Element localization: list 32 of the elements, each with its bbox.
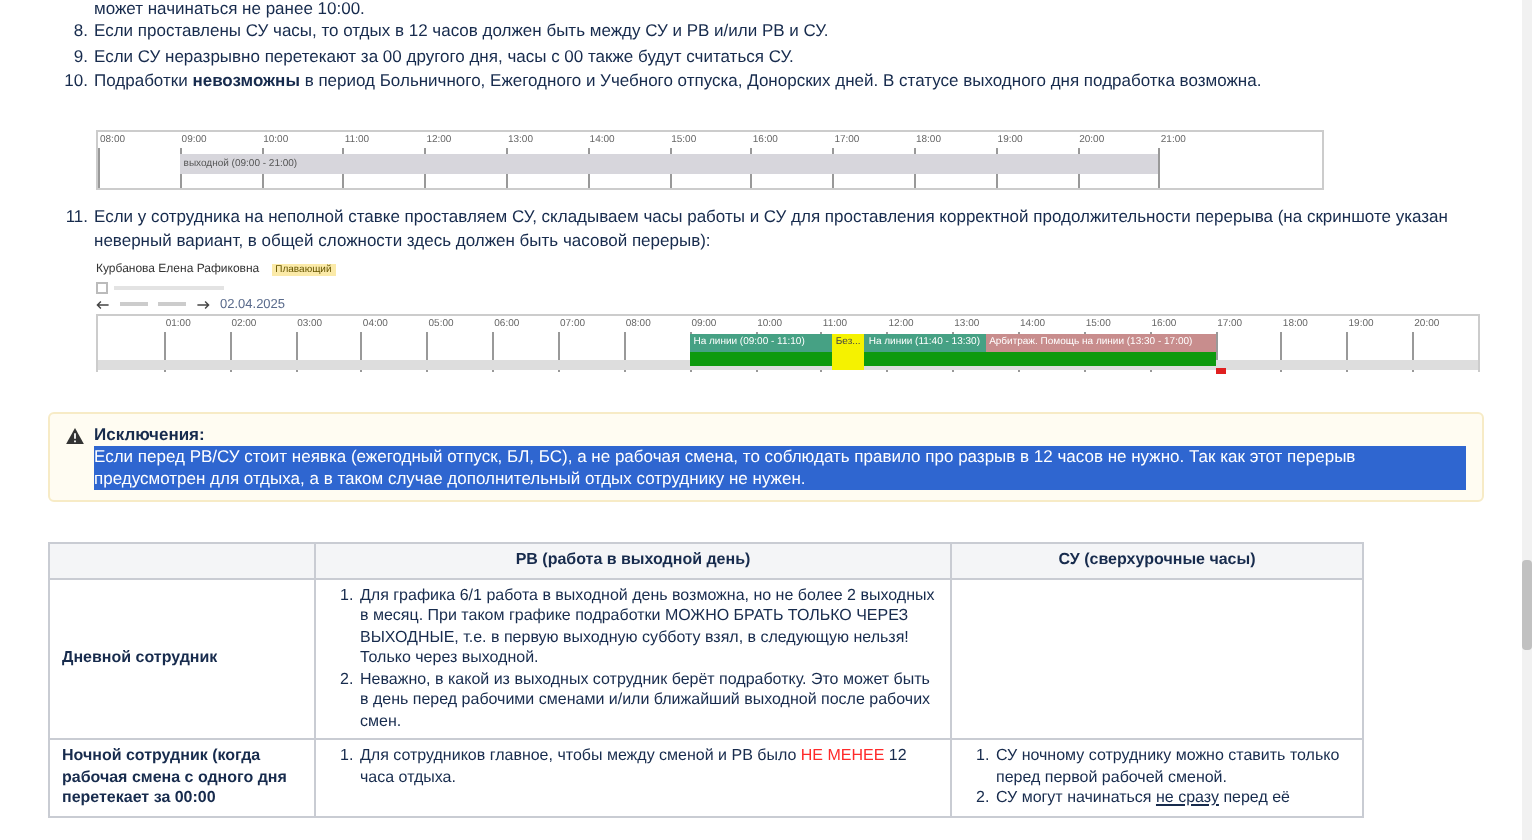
list-number: 1. <box>340 746 356 768</box>
list-item-text: Для графика 6/1 работа в выходной день возможна, но не более 2 выходных в месяц. При таком графике подработки МОЖНО БРАТЬ ТОЛЬКО ЧЕРЕЗ ВЫХОДНЫЕ, т.е. в первую выходную субботу взял, в следующую нельзя! Только через выходной. <box>360 585 937 669</box>
scrollbar[interactable] <box>1522 0 1532 840</box>
rule-text: Если у сотрудника на неполной ставке проставляем СУ, складываем часы работы и СУ для проставления корректной продолжительности перерыва (на скриншоте указан неверный вариант, в общей сложности здесь должен быть часовой перерыв): <box>94 203 1450 253</box>
arrow-left-icon[interactable] <box>96 299 110 309</box>
note-text: Если перед РВ/СУ стоит неявка (ежегодный отпуск, БЛ, БС), а не рабочая смена, то соблюдать правило про разрыв в 12 часов не нужно. Так как этот перерыв предусмотрен для отдыха, а в таком случае дополнительный отдых сотруднику не нужен. <box>94 445 1466 489</box>
list-number: 1. <box>976 746 992 768</box>
table-header-cell: СУ (сверхурочные часы) <box>951 542 1363 578</box>
rule-text: Если проставлены СУ часы, то отдых в 12 часов должен быть между СУ и РВ и/или РВ и СУ. <box>94 18 831 43</box>
warning-icon <box>66 427 84 443</box>
list-item-text: СУ ночному сотруднику можно ставить только перед первой рабочей сменой. <box>996 746 1342 788</box>
scrollbar-thumb[interactable] <box>1522 560 1532 650</box>
table-row-header: Дневной сотрудник <box>49 578 315 739</box>
list-number: 8. <box>71 18 90 43</box>
rule-text: Подработки невозможны в период Больничного, Ежегодного и Учебного отпуска, Донорских дней. В статусе выходного дня подработка возможна. <box>94 68 1264 93</box>
list-number: 11. <box>63 203 90 229</box>
rule-text: может начинаться не ранее 10:00. <box>92 0 367 18</box>
table-header-cell: РВ (работа в выходной день) <box>315 542 951 578</box>
list-number: 2. <box>976 788 992 809</box>
checkbox[interactable] <box>96 282 108 294</box>
rule-text: Если СУ неразрывно перетекают за 00 другого дня, часы с 00 также будут считаться СУ. <box>94 43 796 68</box>
list-number: 9. <box>71 43 90 68</box>
table-row-header: Ночной сотрудник (когда рабочая смена с одного дня перетекает за 00:00 <box>49 739 315 816</box>
list-number: 1. <box>340 585 356 607</box>
end-marker <box>1215 367 1226 373</box>
list-number: 10. <box>62 68 90 93</box>
list-item-text: Для сотрудников главное, чтобы между сменой и РВ было НЕ МЕНЕЕ 12 часа отдыха. <box>360 746 909 788</box>
arrow-right-icon[interactable] <box>196 299 210 309</box>
list-number: 2. <box>340 669 356 691</box>
list-item-text: Неважно, в какой из выходных сотрудник берёт подработку. Это может быть в день перед рабочими сменами и/или ближайший выходной после рабочих смен. <box>360 669 933 732</box>
list-item-text: СУ могут начинаться не сразу перед её <box>996 788 1292 809</box>
note-title: Исключения: <box>94 423 207 445</box>
